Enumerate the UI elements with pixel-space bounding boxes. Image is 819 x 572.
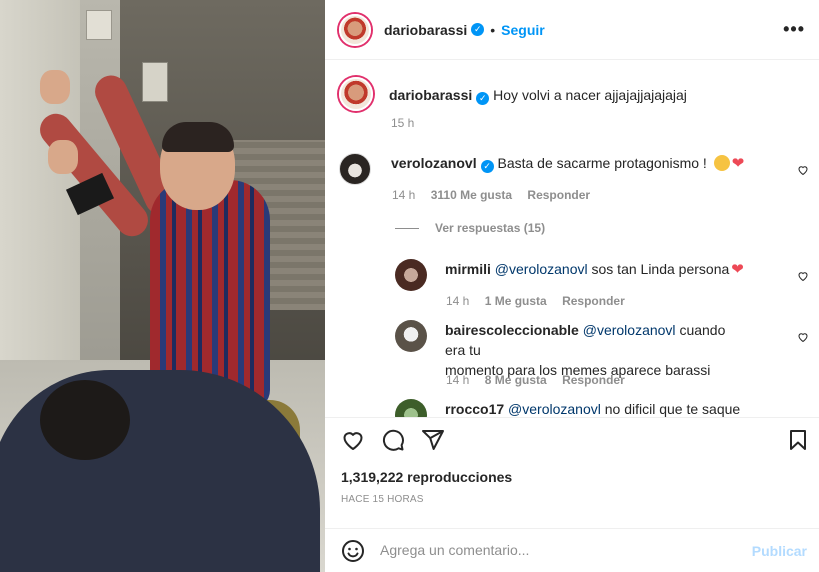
reply-time[interactable]: 14 h: [446, 373, 469, 387]
comment-meta: 14 h 3110 Me gusta Responder: [392, 188, 590, 202]
reply-avatar[interactable]: [395, 399, 427, 417]
video-second-person-head: [40, 380, 130, 460]
posted-time[interactable]: HACE 15 HORAS: [341, 494, 424, 505]
view-replies-button[interactable]: Ver respuestas (15): [395, 221, 545, 235]
author-avatar[interactable]: [339, 13, 371, 46]
reply-username[interactable]: bairescoleccionable: [445, 322, 579, 338]
like-reply-heart-icon[interactable]: [797, 270, 809, 282]
views-count[interactable]: 1,319,222 reproducciones: [341, 469, 512, 485]
red-heart-emoji-icon: ❤: [731, 155, 745, 172]
caption-text: Hoy volvi a nacer ajjajajjajajajaj: [493, 87, 687, 103]
publish-button[interactable]: Publicar: [752, 543, 807, 559]
reply-mention[interactable]: @verolozanovl: [495, 261, 588, 277]
video-sign: [142, 62, 168, 102]
reply-reply-button[interactable]: Responder: [562, 294, 625, 308]
reply-avatar[interactable]: [395, 259, 427, 291]
share-icon[interactable]: [421, 428, 445, 452]
comment-time[interactable]: 14 h: [392, 188, 415, 202]
commenter-avatar[interactable]: [339, 153, 371, 185]
video-person-hair: [162, 122, 234, 152]
reply-username[interactable]: mirmili: [445, 261, 491, 277]
reply-mention[interactable]: @verolozanovl: [508, 401, 601, 417]
reply-text: sos tan Linda persona: [591, 261, 730, 277]
comment-icon[interactable]: [381, 428, 405, 452]
reply-meta: 14 h 1 Me gusta Responder: [446, 294, 625, 308]
reply-likes[interactable]: 1 Me gusta: [485, 294, 547, 308]
reply-meta: 14 h 8 Me gusta Responder: [446, 373, 625, 387]
post-header: dariobarassi ✓ • Seguir •••: [325, 0, 819, 60]
like-reply-heart-icon[interactable]: [797, 331, 809, 343]
video-hand-bottom: [48, 140, 78, 174]
reply-text: no dificil que te saque: [604, 401, 741, 417]
reply-time[interactable]: 14 h: [446, 294, 469, 308]
verified-icon: ✓: [480, 160, 494, 173]
post-actions: 1,319,222 reproducciones HACE 15 HORAS: [325, 417, 819, 532]
comment-reply-button[interactable]: Responder: [527, 188, 590, 202]
comment-row: verolozanovl ✓ Basta de sacarme protagoni…: [339, 153, 744, 185]
comment-text: Basta de sacarme protagonismo !: [497, 155, 707, 171]
verified-icon: ✓: [471, 23, 485, 36]
reply-reply-button[interactable]: Responder: [562, 373, 625, 387]
caption-username[interactable]: dariobarassi: [389, 87, 472, 103]
video-wall: [0, 0, 80, 360]
comment-username[interactable]: verolozanovl: [391, 155, 477, 171]
verified-icon: ✓: [476, 92, 490, 105]
reply-row: mirmili @verolozanovl sos tan Linda pers…: [395, 259, 744, 291]
heart-icon[interactable]: [341, 428, 365, 452]
view-replies-line: [395, 227, 419, 229]
like-comment-heart-icon[interactable]: [797, 164, 809, 176]
reply-username[interactable]: rrocco17: [445, 401, 504, 417]
separator-dot: •: [490, 21, 496, 38]
reply-likes[interactable]: 8 Me gusta: [485, 373, 547, 387]
red-heart-emoji-icon: ❤: [731, 261, 744, 278]
view-replies-label: Ver respuestas (15): [435, 221, 546, 235]
video-sign-top: [86, 10, 112, 40]
more-icon[interactable]: •••: [783, 19, 805, 40]
comment-likes[interactable]: 3110 Me gusta: [431, 188, 512, 202]
reply-avatar[interactable]: [395, 320, 427, 352]
emoji-icon[interactable]: [341, 539, 365, 563]
caption-row: dariobarassi ✓ Hoy volvi a nacer ajjajajj…: [339, 77, 687, 111]
video-hand-top: [40, 70, 70, 104]
comments-list[interactable]: dariobarassi ✓ Hoy volvi a nacer ajjajajj…: [325, 61, 819, 417]
follow-button[interactable]: Seguir: [501, 22, 545, 38]
author-username[interactable]: dariobarassi: [384, 22, 467, 38]
caption-avatar[interactable]: [339, 77, 373, 111]
bookmark-icon[interactable]: [786, 428, 810, 452]
comment-bar: Publicar: [325, 528, 819, 572]
reply-row: bairescoleccionable @verolozanovl cuando…: [395, 320, 745, 380]
laughing-emoji-icon: [713, 155, 730, 171]
reply-mention[interactable]: @verolozanovl: [583, 322, 676, 338]
reply-row: rrocco17 @verolozanovl no dificil que te…: [395, 399, 740, 417]
comment-input[interactable]: [380, 535, 740, 565]
post-video[interactable]: [0, 0, 325, 572]
caption-time[interactable]: 15 h: [391, 116, 414, 130]
post-panel: dariobarassi ✓ • Seguir ••• dariobarassi…: [325, 0, 819, 572]
